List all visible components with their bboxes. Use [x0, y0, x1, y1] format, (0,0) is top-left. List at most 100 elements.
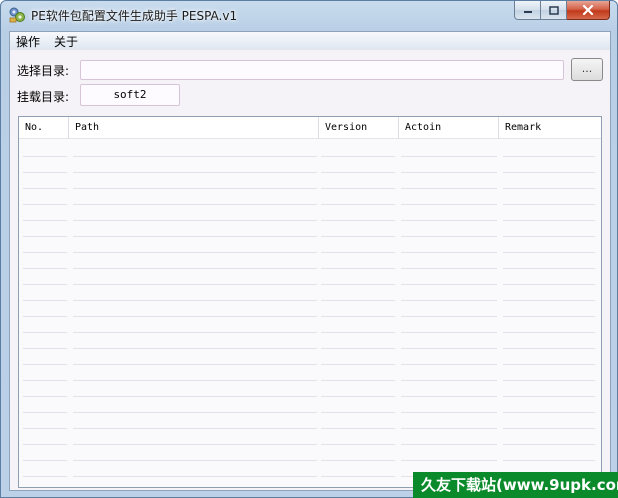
- grid-line: [503, 252, 595, 253]
- grid-line: [23, 300, 67, 301]
- grid-line: [73, 428, 317, 429]
- grid-line: [401, 172, 497, 173]
- minimize-button[interactable]: [514, 1, 541, 20]
- grid-line: [23, 364, 67, 365]
- grid-line: [503, 220, 595, 221]
- grid-line: [23, 476, 67, 477]
- grid-line: [321, 252, 395, 253]
- grid-line: [23, 396, 67, 397]
- grid-line: [401, 300, 497, 301]
- grid-line: [73, 188, 317, 189]
- title-bar[interactable]: PE软件包配置文件生成助手 PESPA.v1: [1, 1, 617, 30]
- table-body[interactable]: [19, 140, 601, 487]
- grid-line: [23, 380, 67, 381]
- grid-line: [503, 316, 595, 317]
- minimize-icon: [523, 11, 532, 13]
- grid-line: [321, 332, 395, 333]
- grid-line: [73, 284, 317, 285]
- grid-line: [401, 316, 497, 317]
- column-header-version[interactable]: Version: [319, 117, 399, 139]
- browse-button[interactable]: ...: [571, 58, 603, 81]
- column-header-no[interactable]: No.: [19, 117, 69, 139]
- grid-line: [401, 396, 497, 397]
- grid-line: [321, 396, 395, 397]
- grid-line: [401, 188, 497, 189]
- caption-buttons: [514, 1, 610, 20]
- grid-line: [321, 412, 395, 413]
- select-dir-input[interactable]: [80, 60, 564, 80]
- grid-line: [503, 460, 595, 461]
- menu-bar: 操作 关于: [10, 32, 610, 50]
- grid-line: [73, 156, 317, 157]
- mount-dir-input[interactable]: soft2: [80, 84, 180, 106]
- grid-line: [73, 460, 317, 461]
- close-button[interactable]: [567, 1, 610, 20]
- grid-line: [503, 204, 595, 205]
- grid-line: [401, 444, 497, 445]
- grid-line: [503, 444, 595, 445]
- grid-line: [73, 380, 317, 381]
- package-gears-icon: [9, 7, 25, 23]
- grid-line: [401, 380, 497, 381]
- grid-line: [321, 300, 395, 301]
- grid-line: [503, 156, 595, 157]
- column-header-remark[interactable]: Remark: [499, 117, 601, 139]
- grid-line: [321, 188, 395, 189]
- grid-line: [401, 236, 497, 237]
- grid-line: [503, 332, 595, 333]
- client-area: 操作 关于 选择目录: ... 挂载目录: soft2 No. Path Ver…: [9, 31, 611, 491]
- grid-line: [503, 300, 595, 301]
- grid-line: [73, 172, 317, 173]
- grid-line: [401, 204, 497, 205]
- grid-line: [73, 332, 317, 333]
- grid-line: [23, 220, 67, 221]
- grid-line: [503, 172, 595, 173]
- grid-line: [23, 204, 67, 205]
- grid-line: [321, 348, 395, 349]
- grid-line: [23, 172, 67, 173]
- close-icon: [582, 5, 594, 15]
- column-header-action[interactable]: Actoin: [399, 117, 499, 139]
- grid-line: [73, 204, 317, 205]
- grid-line: [73, 300, 317, 301]
- grid-line: [503, 268, 595, 269]
- watermark-banner: 久友下载站(www.9upk.com): [413, 472, 618, 498]
- maximize-button[interactable]: [541, 1, 567, 20]
- grid-line: [23, 348, 67, 349]
- grid-line: [503, 236, 595, 237]
- grid-line: [73, 444, 317, 445]
- grid-line: [23, 236, 67, 237]
- grid-line: [321, 204, 395, 205]
- grid-line: [401, 284, 497, 285]
- column-header-path[interactable]: Path: [69, 117, 319, 139]
- grid-line: [321, 428, 395, 429]
- grid-line: [503, 428, 595, 429]
- maximize-icon: [548, 5, 559, 15]
- grid-line: [23, 412, 67, 413]
- grid-line: [321, 460, 395, 461]
- grid-line: [73, 220, 317, 221]
- grid-line: [73, 348, 317, 349]
- grid-line: [401, 332, 497, 333]
- grid-line: [321, 220, 395, 221]
- menu-about[interactable]: 关于: [54, 33, 78, 50]
- grid-line: [321, 444, 395, 445]
- file-list-table[interactable]: No. Path Version Actoin Remark: [18, 116, 602, 488]
- table-header: No. Path Version Actoin Remark: [19, 117, 601, 139]
- grid-line: [401, 364, 497, 365]
- menu-operate[interactable]: 操作: [16, 33, 40, 50]
- grid-line: [401, 220, 497, 221]
- grid-line: [73, 236, 317, 237]
- grid-line: [23, 444, 67, 445]
- grid-line: [401, 156, 497, 157]
- grid-line: [321, 476, 395, 477]
- grid-line: [503, 188, 595, 189]
- grid-line: [23, 332, 67, 333]
- grid-line: [73, 396, 317, 397]
- app-window: PE软件包配置文件生成助手 PESPA.v1 操作 关于 选择目录: ... 挂…: [0, 0, 618, 498]
- grid-line: [23, 316, 67, 317]
- grid-line: [321, 268, 395, 269]
- grid-line: [401, 268, 497, 269]
- grid-line: [401, 412, 497, 413]
- grid-line: [503, 364, 595, 365]
